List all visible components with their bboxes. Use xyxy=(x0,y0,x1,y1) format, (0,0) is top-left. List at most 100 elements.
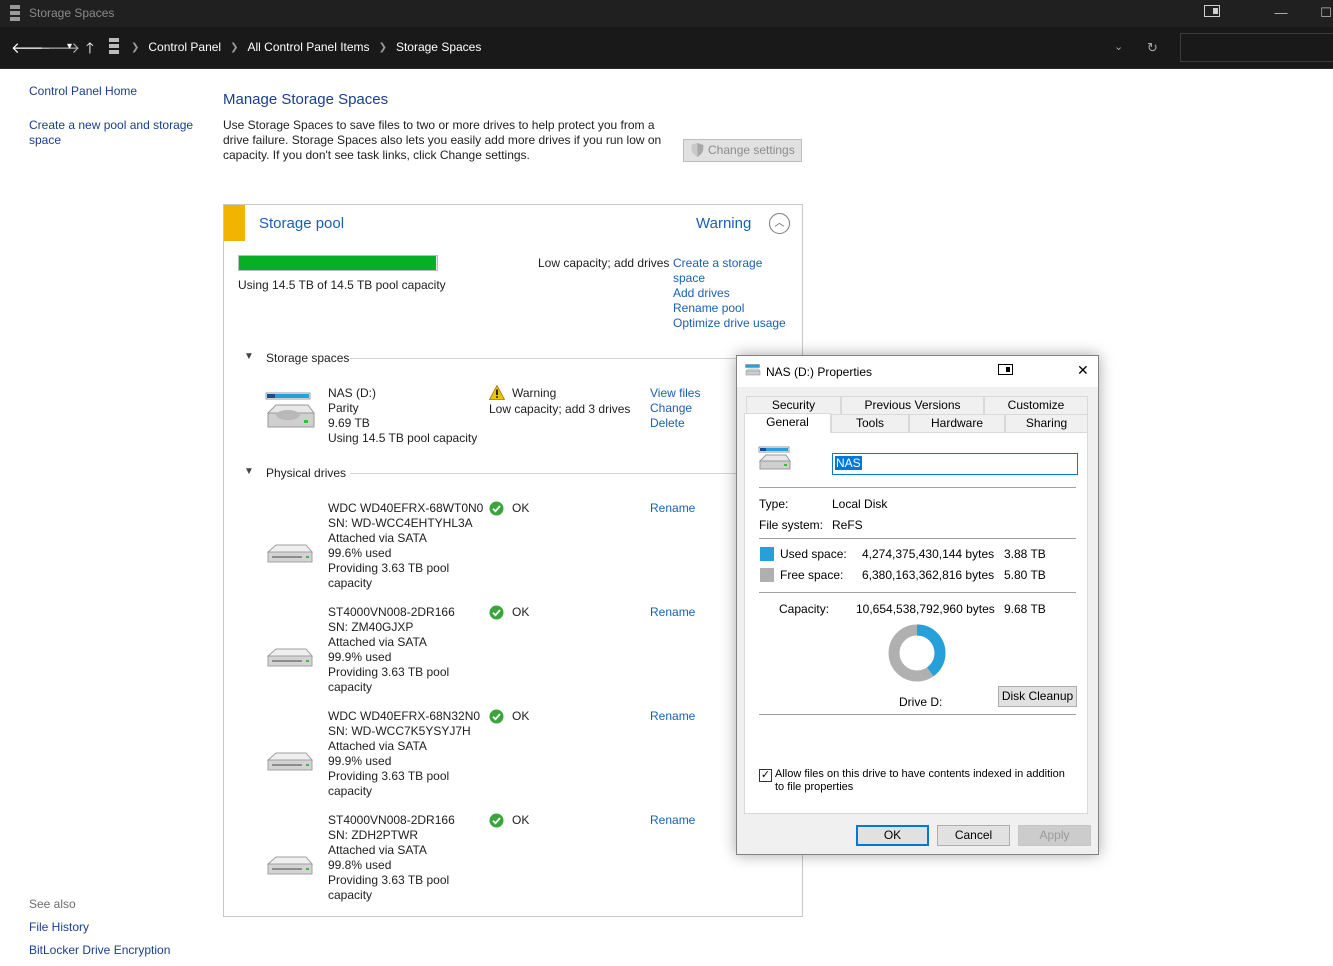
drive-icon xyxy=(758,446,792,475)
drive-status: OK xyxy=(512,813,530,827)
pool-alert-text: Low capacity; add drives xyxy=(538,256,670,270)
disk-usage-donut xyxy=(888,624,946,682)
rename-drive-link[interactable]: Rename xyxy=(650,605,695,620)
tab-sharing[interactable]: Sharing xyxy=(1005,414,1088,432)
tab-security[interactable]: Security xyxy=(746,396,841,414)
drive-connection: Attached via SATA xyxy=(328,635,427,649)
address-dropdown-chevron-icon[interactable]: ⌄ xyxy=(1114,40,1123,53)
drive-used: 99.8% used xyxy=(328,858,392,872)
collapse-chevron-icon[interactable]: ︿ xyxy=(769,213,790,234)
breadcrumb-root-icon[interactable] xyxy=(108,37,120,57)
create-storage-space-link[interactable]: Create a storage space xyxy=(673,256,773,286)
rename-pool-link[interactable]: Rename pool xyxy=(673,301,744,316)
forward-arrow-icon[interactable]: 🡒 xyxy=(40,38,80,57)
used-space-size: 3.88 TB xyxy=(1004,547,1046,561)
snap-layout-icon[interactable] xyxy=(998,362,1013,378)
disk-cleanup-button[interactable]: Disk Cleanup xyxy=(998,686,1077,707)
breadcrumb-separator-icon[interactable]: ❯ xyxy=(379,42,387,53)
file-history-link[interactable]: File History xyxy=(29,920,89,934)
snap-layout-icon[interactable] xyxy=(1202,3,1222,23)
tab-customize[interactable]: Customize xyxy=(984,396,1088,414)
refresh-icon[interactable]: ↻ xyxy=(1147,40,1158,56)
divider xyxy=(759,714,1076,715)
ok-button[interactable]: OK xyxy=(856,825,929,846)
change-space-link[interactable]: Change xyxy=(650,401,692,416)
space-status: Warning xyxy=(512,386,557,400)
change-settings-button[interactable]: Change settings xyxy=(683,139,802,162)
minimize-button[interactable]: — xyxy=(1271,3,1291,23)
control-panel-home-link[interactable]: Control Panel Home xyxy=(29,84,209,99)
drive-providing: Providing 3.63 TB pool capacity xyxy=(328,665,450,694)
rename-drive-link[interactable]: Rename xyxy=(650,709,695,724)
file-system-value: ReFS xyxy=(832,518,863,532)
search-input[interactable] xyxy=(1180,33,1333,62)
dialog-title-bar[interactable]: NAS (D:) Properties ✕ xyxy=(737,356,1098,387)
tab-hardware[interactable]: Hardware xyxy=(909,414,1005,432)
maximize-button[interactable]: ☐ xyxy=(1316,3,1333,23)
hard-drive-icon xyxy=(266,854,314,881)
drive-icon xyxy=(745,364,761,379)
storage-space-drive-icon xyxy=(264,391,316,434)
drive-connection: Attached via SATA xyxy=(328,531,427,545)
free-space-size: 5.80 TB xyxy=(1004,568,1046,582)
chevron-down-icon[interactable]: ▼ xyxy=(244,466,254,477)
capacity-bytes: 10,654,538,792,960 bytes xyxy=(856,602,995,616)
drive-serial: SN: ZM40GJXP xyxy=(328,620,414,634)
index-checkbox-label: Allow files on this drive to have conten… xyxy=(775,768,1065,793)
space-resiliency: Parity xyxy=(328,401,359,415)
tab-previous-versions[interactable]: Previous Versions xyxy=(841,396,984,414)
drive-model: WDC WD40EFRX-68N32N0 xyxy=(328,709,481,723)
space-status-detail: Low capacity; add 3 drives xyxy=(489,402,631,416)
drive-name-input[interactable]: NAS xyxy=(832,453,1078,475)
address-bar: 🡐 🡒 ▾ 🡑 ❯ Control Panel ❯ All Control Pa… xyxy=(0,27,1333,69)
optimize-drive-usage-link[interactable]: Optimize drive usage xyxy=(673,316,786,331)
view-files-link[interactable]: View files xyxy=(650,386,700,401)
capacity-label: Capacity: xyxy=(779,602,830,616)
page-description: Use Storage Spaces to save files to two … xyxy=(223,118,662,162)
ok-check-icon xyxy=(489,709,504,727)
left-nav: Control Panel Home Create a new pool and… xyxy=(29,84,209,167)
type-value: Local Disk xyxy=(832,497,888,511)
tab-general[interactable]: General xyxy=(744,413,831,433)
tab-tools[interactable]: Tools xyxy=(831,414,909,432)
ok-check-icon xyxy=(489,501,504,519)
drive-model: ST4000VN008-2DR166 xyxy=(328,605,455,619)
ok-check-icon xyxy=(489,813,504,831)
divider xyxy=(759,487,1076,488)
breadcrumb-control-panel[interactable]: Control Panel xyxy=(148,40,221,54)
storage-spaces-label: Storage spaces xyxy=(266,351,350,365)
pool-status: Warning xyxy=(696,215,752,232)
bitlocker-link[interactable]: BitLocker Drive Encryption xyxy=(29,943,170,957)
breadcrumb-separator-icon[interactable]: ❯ xyxy=(131,42,139,53)
chevron-down-icon[interactable]: ▼ xyxy=(244,351,254,362)
see-also-label: See also xyxy=(29,897,76,911)
space-name: NAS (D:) xyxy=(328,386,376,400)
storage-spaces-icon xyxy=(9,5,21,24)
apply-button[interactable]: Apply xyxy=(1018,825,1091,846)
breadcrumb-separator-icon[interactable]: ❯ xyxy=(230,42,238,53)
drive-letter-label: Drive D: xyxy=(899,695,943,709)
properties-dialog: NAS (D:) Properties ✕ Security Previous … xyxy=(736,355,1099,855)
breadcrumb: ❯ Control Panel ❯ All Control Panel Item… xyxy=(108,34,1168,60)
cancel-button[interactable]: Cancel xyxy=(937,825,1010,846)
drive-used: 99.6% used xyxy=(328,546,392,560)
physical-drives-label: Physical drives xyxy=(266,466,347,480)
create-pool-link[interactable]: Create a new pool and storage space xyxy=(29,118,209,148)
drive-connection: Attached via SATA xyxy=(328,739,427,753)
space-size: 9.69 TB xyxy=(328,416,370,430)
up-arrow-icon[interactable]: 🡑 xyxy=(86,38,94,63)
drive-name-value: NAS xyxy=(835,456,862,470)
close-icon[interactable]: ✕ xyxy=(1077,362,1089,379)
recent-locations-chevron-icon[interactable]: ▾ xyxy=(67,41,72,52)
add-drives-link[interactable]: Add drives xyxy=(673,286,730,301)
delete-space-link[interactable]: Delete xyxy=(650,416,685,431)
index-checkbox[interactable]: ✓ xyxy=(759,769,772,782)
breadcrumb-storage-spaces[interactable]: Storage Spaces xyxy=(396,40,481,54)
drive-connection: Attached via SATA xyxy=(328,843,427,857)
drive-status: OK xyxy=(512,709,530,723)
uac-shield-icon xyxy=(691,143,704,164)
rename-drive-link[interactable]: Rename xyxy=(650,813,695,828)
rename-drive-link[interactable]: Rename xyxy=(650,501,695,516)
free-space-swatch xyxy=(760,568,774,582)
breadcrumb-all-items[interactable]: All Control Panel Items xyxy=(248,40,370,54)
